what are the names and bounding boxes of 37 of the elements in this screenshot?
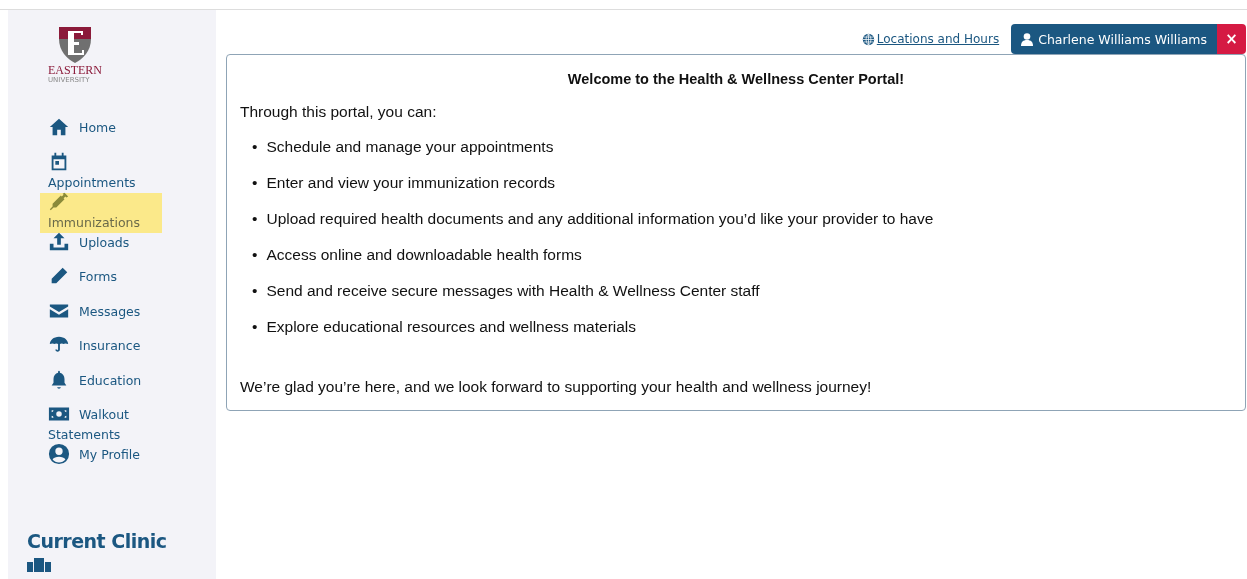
nav-link[interactable]: Appointments	[40, 152, 162, 193]
logo-name: EASTERN	[48, 64, 102, 76]
nav-link[interactable]: Education	[40, 370, 148, 391]
current-clinic-heading: Current Clinic	[27, 529, 168, 552]
feature-item: Enter and view your immunization records	[266, 174, 556, 192]
bullet-mark: •	[252, 318, 258, 336]
feature-item: Send and receive secure messages with Health & Wellness Center staff	[266, 282, 760, 300]
nav-link[interactable]: Home	[40, 118, 122, 138]
bullet-mark: •	[252, 174, 258, 192]
clinic-building-icon	[27, 557, 51, 572]
locations-link[interactable]: Locations and Hours	[861, 32, 1000, 46]
shield-logo-icon	[58, 26, 92, 64]
upload-icon	[48, 230, 70, 253]
nav-link[interactable]: Forms	[40, 267, 123, 287]
nav-link[interactable]: Walkout Statements	[40, 405, 162, 445]
home-icon	[48, 116, 70, 138]
bullet-mark: •	[252, 138, 258, 156]
nav-link[interactable]: Messages	[40, 301, 147, 322]
feature-item: Explore educational resources and wellness materials	[266, 318, 637, 336]
nav-link[interactable]: Uploads	[40, 232, 136, 253]
feature-item: Upload required health documents and any additional information you’d like your provider to have	[266, 210, 934, 228]
feature-item: Access online and downloadable health forms	[266, 246, 582, 264]
user-button[interactable]: Charlene Williams Williams	[1011, 24, 1217, 54]
bullet-mark: •	[252, 282, 258, 300]
logout-button[interactable]: ×	[1217, 24, 1246, 54]
user-icon	[1021, 32, 1034, 46]
closing-text: We’re glad you’re here, and we look forward to supporting your health and wellness journey!	[240, 378, 873, 396]
nav-link[interactable]: My Profile	[40, 445, 147, 465]
nav-link[interactable]: Immunizations	[40, 192, 162, 233]
welcome-title: Welcome to the Health & Wellness Center Portal!	[566, 71, 906, 87]
feature-item: Schedule and manage your appointments	[266, 138, 554, 156]
syringe-icon	[48, 190, 70, 213]
globe-icon	[861, 32, 875, 46]
bullet-mark: •	[252, 210, 258, 228]
intro-text: Through this portal, you can:	[240, 103, 438, 121]
nav-link[interactable]: Insurance	[40, 336, 147, 356]
bullet-mark: •	[252, 246, 258, 264]
